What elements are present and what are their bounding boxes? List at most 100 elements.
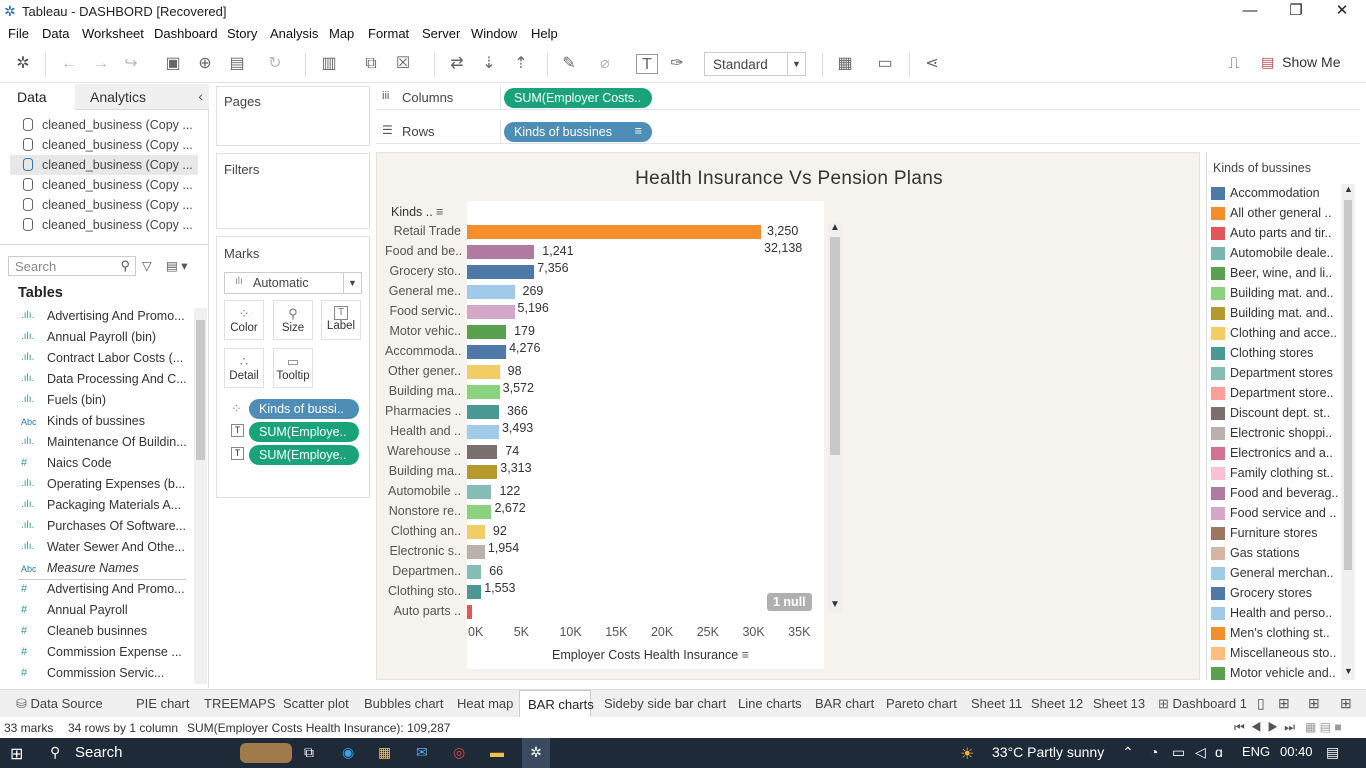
scrollbar-thumb[interactable] (196, 320, 205, 460)
overflow-tab-icon[interactable]: ▯ (1257, 695, 1265, 712)
legend-item[interactable]: Electronics and a.. (1211, 444, 1341, 464)
marks-pill-sum-1[interactable]: SUM(Employe.. (249, 422, 359, 442)
bar[interactable] (467, 325, 507, 339)
sheet-tab[interactable]: Heat map (450, 690, 513, 717)
menu-dashboard[interactable]: Dashboard (154, 26, 218, 41)
redo-icon[interactable]: → (90, 54, 112, 74)
swap-rows-columns-icon[interactable]: ⇄ (446, 54, 468, 74)
row-label[interactable]: Auto parts .. (385, 604, 461, 618)
field-item[interactable]: Abc Kinds of bussines (0, 411, 190, 432)
field-item[interactable]: # Cleaneb businnes (0, 621, 190, 642)
new-datasource-icon[interactable]: ⊕ (194, 54, 216, 74)
task-view-icon[interactable]: ⧉ (304, 744, 314, 761)
menu-story[interactable]: Story (227, 26, 257, 41)
datasource-item[interactable]: cleaned_business (Copy ... (10, 175, 198, 195)
rows-pill[interactable]: Kinds of bussines ≡ (504, 122, 652, 142)
bar[interactable] (467, 265, 535, 279)
wifi-icon[interactable]: ◔ (1150, 744, 1158, 760)
size-button[interactable]: ⚲ Size (273, 300, 313, 340)
view-options-icon[interactable]: ▤ ▾ (166, 258, 188, 273)
sheet-tab[interactable]: Line charts (731, 690, 802, 717)
color-button[interactable]: ⁘ Color (224, 300, 264, 340)
legend-item[interactable]: Motor vehicle and.. (1211, 664, 1341, 684)
legend-item[interactable]: Department stores (1211, 364, 1341, 384)
field-item[interactable]: .ılı. Fuels (bin) (0, 390, 190, 411)
fix-axes-icon[interactable]: ✑ (666, 54, 688, 74)
sheet-tab[interactable]: TREEMAPS (197, 690, 276, 717)
bar[interactable] (467, 605, 473, 619)
legend-item[interactable]: Discount dept. st.. (1211, 404, 1341, 424)
bar[interactable] (467, 545, 485, 559)
marks-pill-kinds[interactable]: Kinds of bussi.. (249, 399, 359, 419)
row-label[interactable]: Electronic s.. (385, 544, 461, 558)
scrollbar-thumb[interactable] (1344, 200, 1352, 570)
new-story-icon[interactable]: ⊞ (1340, 695, 1352, 712)
row-label[interactable]: Warehouse .. (385, 444, 461, 458)
null-indicator[interactable]: 1 null (767, 593, 812, 611)
scroll-down-icon[interactable]: ▼ (830, 599, 840, 610)
menu-worksheet[interactable]: Worksheet (82, 26, 144, 41)
scroll-up-icon[interactable]: ▲ (1344, 184, 1353, 194)
new-worksheet-icon[interactable]: ⊞ (1278, 695, 1290, 712)
menu-server[interactable]: Server (422, 26, 460, 41)
x-axis-title[interactable]: Employer Costs Health Insurance ≡ (552, 648, 749, 662)
replay-icon[interactable]: ↪ (120, 54, 142, 74)
edge-icon[interactable]: ◉ (342, 744, 354, 761)
legend-item[interactable]: Food service and .. (1211, 504, 1341, 524)
rows-shelf[interactable]: ☰ Rows Kinds of bussines ≡ (376, 120, 1360, 144)
legend-item[interactable]: Building mat. and.. (1211, 304, 1341, 324)
bar[interactable] (467, 345, 507, 359)
legend-item[interactable]: All other general .. (1211, 204, 1341, 224)
scroll-down-icon[interactable]: ▼ (1344, 666, 1353, 676)
bar[interactable] (467, 285, 515, 299)
columns-shelf[interactable]: iii Columns SUM(Employer Costs.. (376, 86, 1360, 110)
scrollbar-thumb[interactable] (830, 237, 840, 455)
language-icon[interactable]: ɑ (1215, 744, 1223, 760)
field-item[interactable]: .ılı. Contract Labor Costs (... (0, 348, 190, 369)
legend-item[interactable]: Building mat. and.. (1211, 284, 1341, 304)
bar[interactable] (467, 445, 498, 459)
clear-sheet-icon[interactable]: ☒ (392, 54, 414, 74)
legend-item[interactable]: Clothing stores (1211, 344, 1341, 364)
row-label[interactable]: Food servic.. (385, 304, 461, 318)
bar[interactable] (467, 365, 500, 379)
tab-analytics[interactable]: Analytics ‹ (75, 84, 209, 110)
bar[interactable] (467, 385, 500, 399)
field-item[interactable]: # Commission Expense ... (0, 642, 190, 663)
sheet-tab[interactable]: Scatter plot (276, 690, 350, 717)
pages-card[interactable]: Pages (216, 86, 370, 146)
sort-descending-icon[interactable]: ⇡ (510, 54, 532, 74)
sheet-navigation-icons[interactable]: ⏮◀▶⏭ (1234, 720, 1301, 735)
marks-pill-sum-2[interactable]: SUM(Employe.. (249, 445, 359, 465)
weather-text[interactable]: 33°C Partly sunny (992, 744, 1104, 760)
datasource-item[interactable]: cleaned_business (Copy ... (10, 195, 198, 215)
new-dashboard-icon[interactable]: ⊞ (1308, 695, 1320, 712)
volume-icon[interactable]: ◁ (1195, 744, 1206, 761)
field-item[interactable]: # Naics Code (0, 453, 190, 474)
tableau-taskbar-icon[interactable]: ✲ (522, 738, 550, 768)
field-item[interactable]: .ılı. Purchases Of Software... (0, 516, 190, 537)
tableau-home-icon[interactable]: ✲ (12, 54, 34, 74)
fit-mode-dropdown[interactable]: Standard ▼ (704, 52, 806, 76)
field-item[interactable]: .ılı. Advertising And Promo... (0, 306, 190, 327)
legend-item[interactable]: Health and perso.. (1211, 604, 1341, 624)
legend-item[interactable]: Electronic shoppi.. (1211, 424, 1341, 444)
row-label[interactable]: Food and be.. (385, 244, 462, 258)
field-item[interactable]: .ılı. Packaging Materials A... (0, 495, 190, 516)
menu-analysis[interactable]: Analysis (270, 26, 318, 41)
sheet-tab[interactable]: Sideby side bar chart (597, 690, 726, 717)
show-me-button[interactable]: ▤ Show Me (1261, 54, 1340, 74)
datasource-item[interactable]: cleaned_business (Copy ... (10, 115, 198, 135)
menu-file[interactable]: File (8, 26, 29, 41)
legend-item[interactable]: Miscellaneous sto.. (1211, 644, 1341, 664)
datasource-item[interactable]: cleaned_business (Copy ... (10, 135, 198, 155)
scroll-up-icon[interactable]: ▲ (830, 222, 840, 233)
field-item[interactable]: .ılı. Operating Expenses (b... (0, 474, 190, 495)
file-explorer-icon[interactable]: ▬ (490, 744, 504, 760)
menu-help[interactable]: Help (531, 26, 558, 41)
field-item[interactable]: .ılı. Data Processing And C... (0, 369, 190, 390)
field-item[interactable]: Abc Measure Names (0, 558, 190, 579)
windows-start-icon[interactable]: ⊞ (10, 744, 23, 764)
group-members-icon[interactable]: ⌀ (594, 54, 616, 74)
legend-item[interactable]: Men's clothing st.. (1211, 624, 1341, 644)
